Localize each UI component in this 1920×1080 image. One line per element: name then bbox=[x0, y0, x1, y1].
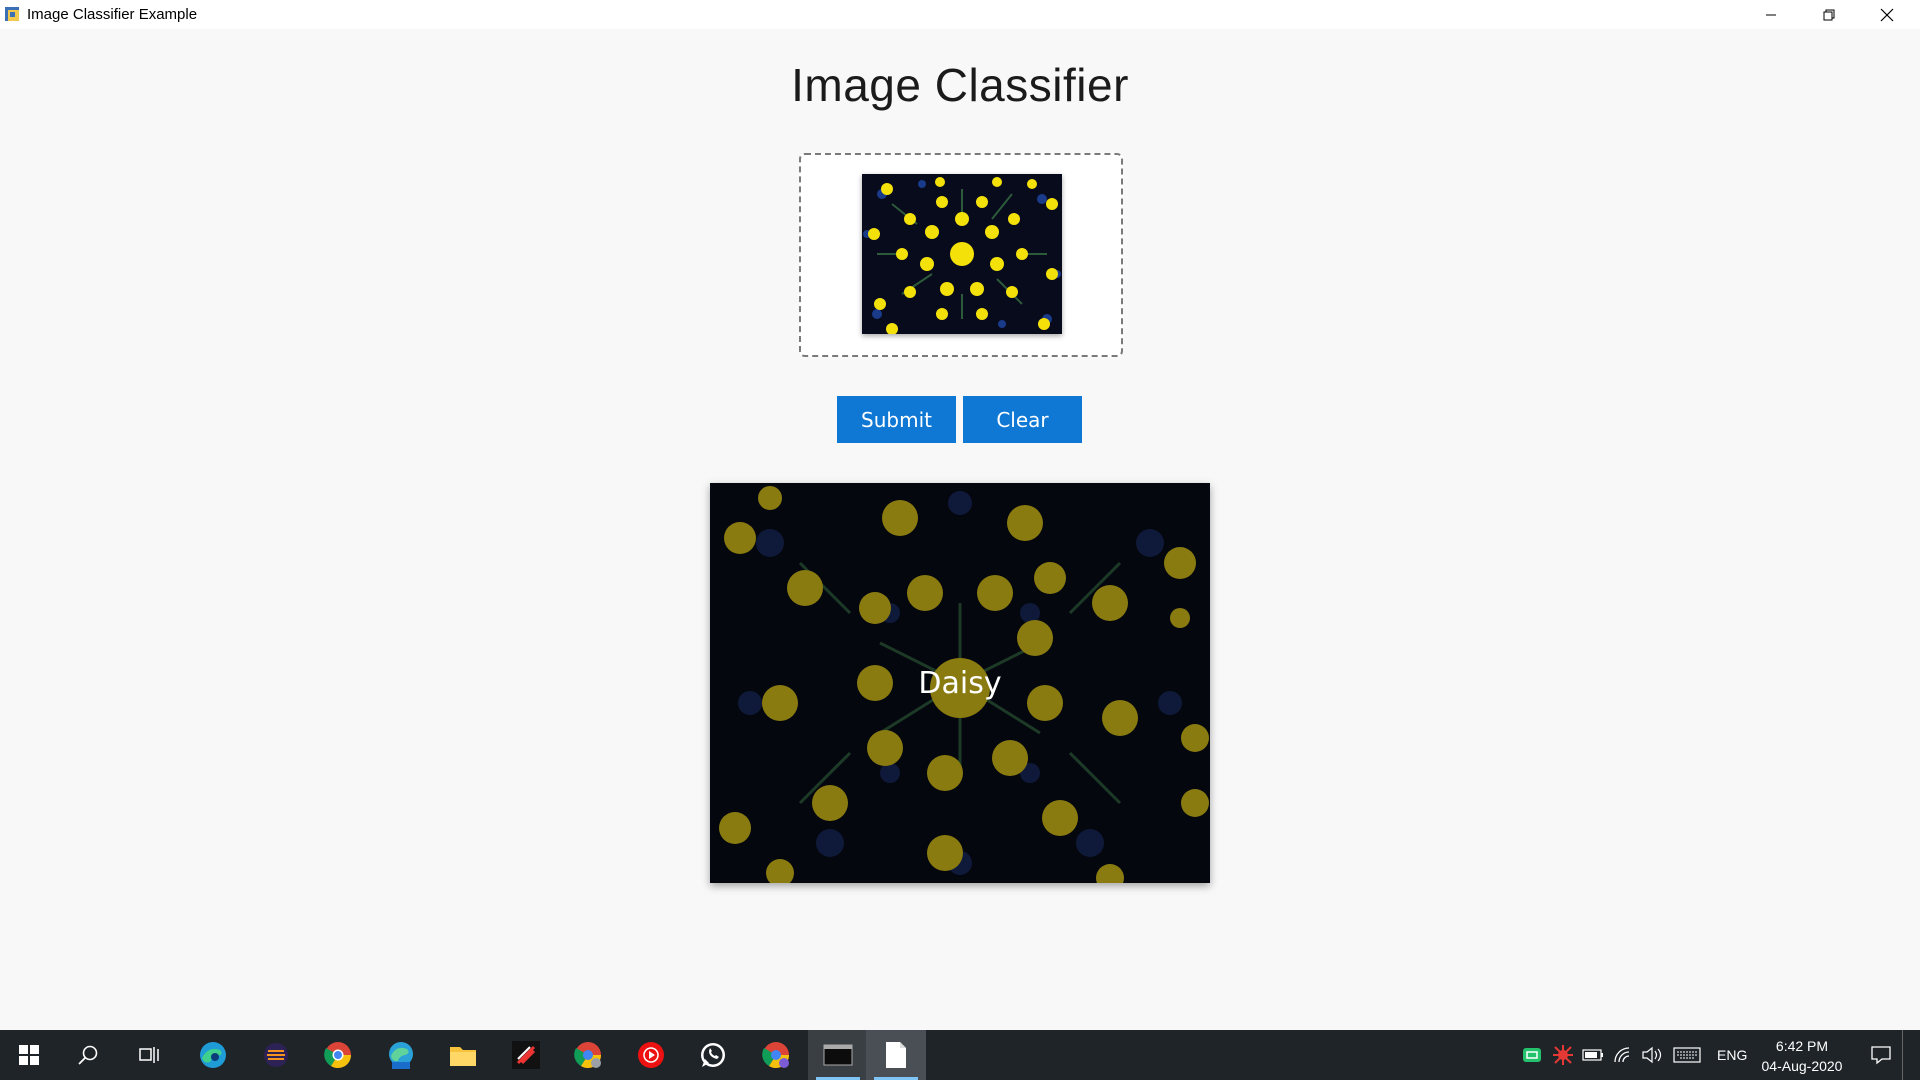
python-app-icon bbox=[5, 7, 19, 21]
keyboard-icon bbox=[1673, 1047, 1701, 1063]
tray-volume-icon[interactable] bbox=[1640, 1030, 1664, 1080]
tray-battery-icon[interactable] bbox=[1581, 1030, 1605, 1080]
input-language[interactable]: ENG bbox=[1717, 1047, 1747, 1063]
taskbar-app-eclipse[interactable] bbox=[251, 1030, 301, 1080]
taskbar-app-chrome-profile-2[interactable] bbox=[751, 1030, 801, 1080]
taskbar-app-whatsapp[interactable] bbox=[688, 1030, 738, 1080]
taskbar-app-black-tile[interactable] bbox=[501, 1030, 551, 1080]
clock-date: 04-Aug-2020 bbox=[1761, 1058, 1843, 1074]
taskbar: ENG 6:42 PM 04-Aug-2020 bbox=[0, 1030, 1920, 1080]
show-desktop-button[interactable] bbox=[1902, 1030, 1909, 1080]
taskbar-app-edge-beta[interactable] bbox=[376, 1030, 426, 1080]
windows-icon bbox=[19, 1045, 39, 1065]
result-image-panel: Daisy bbox=[710, 483, 1210, 883]
page-title: Image Classifier bbox=[791, 59, 1129, 111]
search-icon bbox=[78, 1045, 98, 1065]
taskbar-app-notepad[interactable] bbox=[866, 1030, 926, 1080]
chrome-profile-icon bbox=[762, 1042, 790, 1069]
battery-icon bbox=[1582, 1049, 1603, 1061]
tray-security-icon[interactable] bbox=[1520, 1030, 1544, 1080]
taskbar-app-file-explorer[interactable] bbox=[438, 1030, 488, 1080]
close-button[interactable] bbox=[1858, 0, 1916, 29]
tray-app-icon[interactable] bbox=[1551, 1030, 1575, 1080]
task-view-icon bbox=[139, 1047, 159, 1063]
close-icon bbox=[1880, 8, 1894, 21]
window-title: Image Classifier Example bbox=[27, 6, 198, 23]
terminal-icon bbox=[823, 1044, 853, 1066]
edge-icon bbox=[200, 1042, 226, 1068]
task-view-button[interactable] bbox=[125, 1030, 175, 1080]
notification-icon bbox=[1871, 1046, 1891, 1065]
tray-network-icon[interactable] bbox=[1611, 1030, 1635, 1080]
action-center-button[interactable] bbox=[1866, 1030, 1896, 1080]
system-clock[interactable]: 6:42 PM 04-Aug-2020 bbox=[1752, 1036, 1852, 1076]
clock-time: 6:42 PM bbox=[1775, 1038, 1829, 1054]
wifi-icon bbox=[1614, 1047, 1630, 1063]
restore-icon bbox=[1823, 9, 1835, 20]
title-bar: Image Classifier Example bbox=[0, 0, 1920, 29]
chrome-profile-icon bbox=[574, 1042, 602, 1069]
notepad-icon bbox=[886, 1042, 906, 1068]
taskbar-app-youtube-music[interactable] bbox=[626, 1030, 676, 1080]
taskbar-search-button[interactable] bbox=[63, 1030, 113, 1080]
uploaded-image-thumbnail bbox=[862, 174, 1062, 334]
taskbar-app-chrome-profile[interactable] bbox=[563, 1030, 613, 1080]
shield-status-icon bbox=[1523, 1048, 1541, 1062]
minimize-button[interactable] bbox=[1742, 0, 1800, 29]
taskbar-app-terminal[interactable] bbox=[808, 1030, 868, 1080]
tray-keyboard-icon[interactable] bbox=[1671, 1030, 1703, 1080]
folder-icon bbox=[450, 1047, 476, 1066]
image-dropzone[interactable] bbox=[799, 153, 1123, 357]
red-virus-icon bbox=[1553, 1045, 1573, 1065]
prediction-label: Daisy bbox=[918, 665, 1002, 701]
clear-button[interactable]: Clear bbox=[963, 396, 1082, 443]
submit-button[interactable]: Submit bbox=[837, 396, 956, 443]
restore-button[interactable] bbox=[1800, 0, 1858, 29]
chrome-icon bbox=[324, 1042, 352, 1069]
youtube-music-icon bbox=[638, 1042, 664, 1068]
speaker-icon bbox=[1642, 1046, 1662, 1064]
taskbar-app-edge[interactable] bbox=[188, 1030, 238, 1080]
taskbar-app-chrome[interactable] bbox=[313, 1030, 363, 1080]
app-icon bbox=[512, 1041, 540, 1069]
start-button[interactable] bbox=[4, 1030, 54, 1080]
edge-beta-icon bbox=[389, 1042, 413, 1069]
whatsapp-icon bbox=[701, 1043, 725, 1067]
eclipse-icon bbox=[264, 1043, 288, 1067]
minimize-icon bbox=[1766, 14, 1776, 15]
